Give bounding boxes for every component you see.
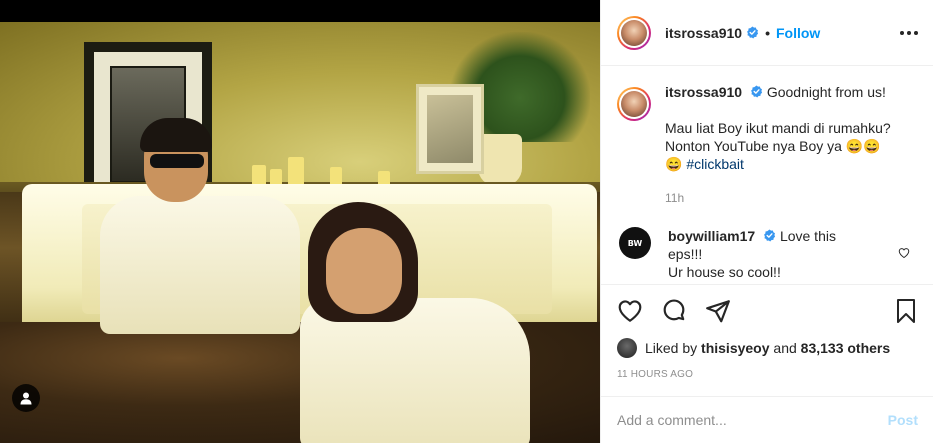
liker-username[interactable]: thisisyeoy (701, 340, 769, 356)
follow-button[interactable]: Follow (776, 25, 820, 41)
post-comment-button[interactable]: Post (888, 412, 918, 428)
caption: itsrossa910 Goodnight from us! Mau liat … (617, 83, 918, 207)
caption-body: itsrossa910 Goodnight from us! Mau liat … (665, 83, 895, 207)
comments-section: itsrossa910 Goodnight from us! Mau liat … (601, 67, 933, 284)
post-sidebar: itsrossa910 • Follow itsrossa910 Goodnig… (600, 0, 933, 443)
caption-text: Nonton YouTube nya Boy ya 😄😄 (665, 138, 881, 154)
likes-prefix: Liked by (645, 340, 698, 356)
caption-text: Goodnight from us! (766, 84, 886, 100)
likes-and: and (773, 340, 797, 356)
author-avatar[interactable] (617, 15, 651, 50)
author-username[interactable]: itsrossa910 (665, 25, 742, 41)
commenter-avatar[interactable]: BW (619, 227, 651, 259)
post-photo-pane (0, 0, 600, 443)
verified-badge-icon (751, 85, 763, 98)
hashtag-link[interactable]: #clickbait (686, 156, 744, 172)
photo-small-frame (416, 84, 484, 174)
verified-badge-icon (764, 229, 776, 242)
post-timestamp[interactable]: 11 HOURS AGO (601, 369, 933, 380)
comment-like-icon[interactable] (898, 247, 910, 259)
comment-input[interactable] (617, 412, 888, 428)
comment-icon[interactable] (661, 298, 687, 324)
caption-time[interactable]: 11h (665, 189, 895, 207)
commenter-username[interactable]: boywilliam17 (668, 228, 755, 244)
caption-username[interactable]: itsrossa910 (665, 84, 742, 100)
caption-avatar[interactable] (617, 87, 651, 121)
caption-emoji: 😄 (665, 156, 683, 172)
comment-body: boywilliam17 Love this eps!!! Ur house s… (668, 227, 868, 281)
likes-count[interactable]: 83,133 others (801, 340, 891, 356)
photo-person-man (100, 118, 300, 334)
post-header: itsrossa910 • Follow (601, 0, 933, 66)
action-icons-row (601, 285, 933, 337)
bookmark-icon[interactable] (894, 298, 918, 324)
dot-separator: • (765, 24, 770, 41)
post-photo[interactable] (0, 22, 600, 443)
caption-text: Mau liat Boy ikut mandi di rumahku? (665, 120, 891, 136)
verified-badge-icon (747, 26, 759, 39)
liker-avatar[interactable] (617, 338, 637, 358)
comment-text: Ur house so cool!! (668, 264, 781, 280)
author-info: itsrossa910 • Follow (665, 25, 820, 41)
photo-person-woman (300, 202, 540, 443)
likes-summary: Liked by thisisyeoy and 83,133 others (601, 337, 933, 359)
photo-plant-pot (478, 134, 522, 186)
add-comment-bar: Post (601, 396, 933, 443)
tag-user-button[interactable] (12, 384, 40, 412)
post-actions: Liked by thisisyeoy and 83,133 others 11… (601, 284, 933, 380)
comment-item: BW boywilliam17 Love this eps!!! Ur hous… (617, 227, 918, 281)
user-tag-icon (20, 392, 32, 405)
more-options-icon[interactable] (900, 26, 918, 40)
share-icon[interactable] (705, 298, 731, 324)
heart-icon[interactable] (617, 298, 643, 324)
